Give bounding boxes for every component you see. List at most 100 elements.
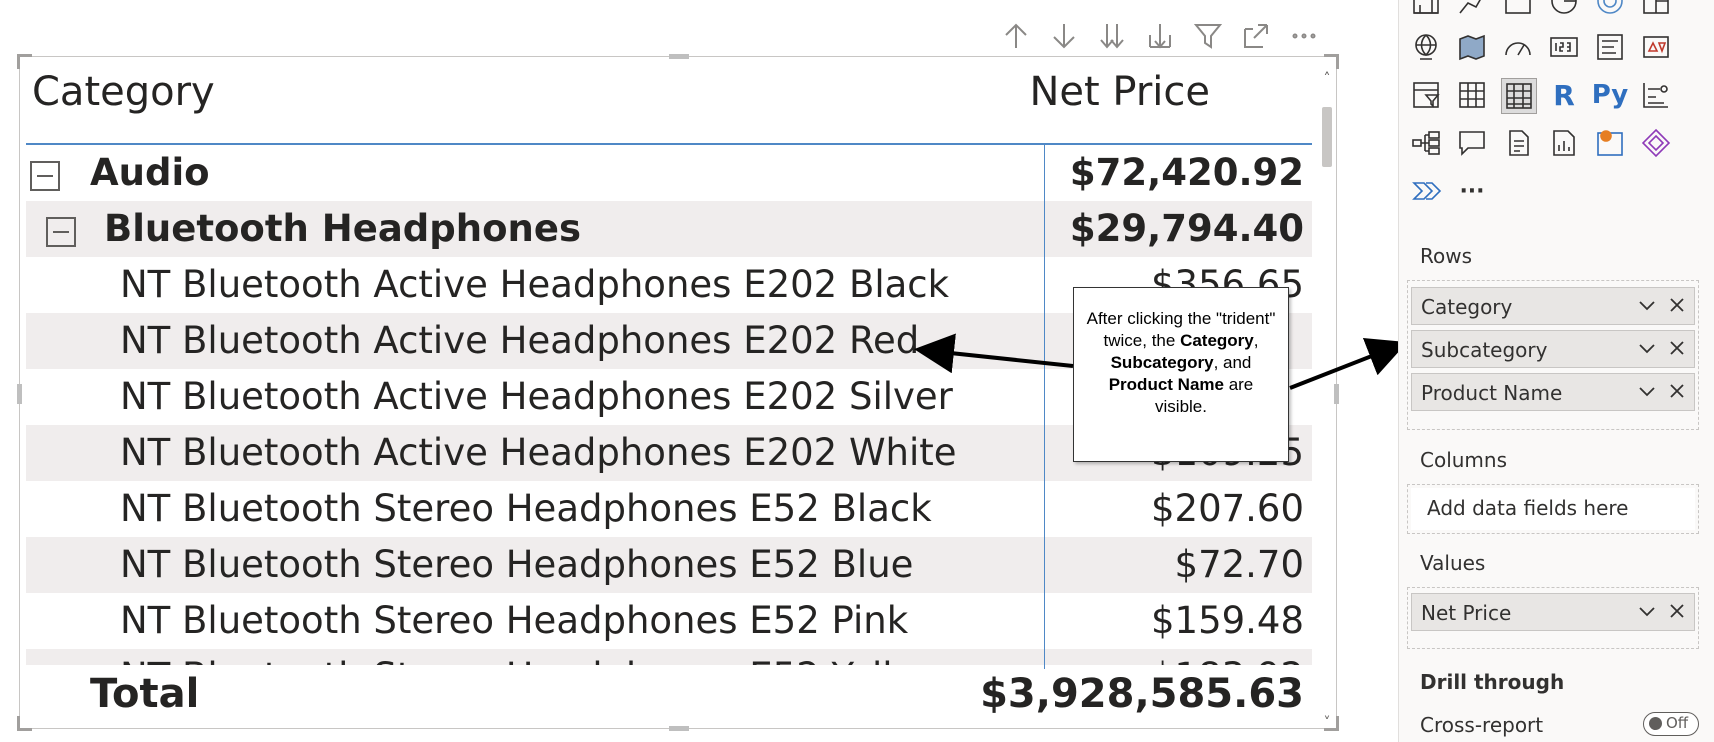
more-options-icon — [1292, 33, 1316, 39]
paginated-report-icon[interactable] — [1547, 126, 1581, 160]
power-apps-icon[interactable] — [1639, 126, 1673, 160]
column-header-category[interactable]: Category — [32, 69, 215, 115]
smart-narrative-icon[interactable] — [1501, 126, 1535, 160]
scroll-down-icon[interactable]: ˅ — [1320, 715, 1334, 731]
rows-section-title: Rows — [1420, 244, 1473, 268]
matrix-icon[interactable] — [1501, 78, 1537, 114]
close-icon[interactable] — [1668, 339, 1686, 357]
qa-icon[interactable] — [1455, 126, 1489, 160]
collapse-icon[interactable] — [30, 161, 60, 191]
visual-gallery: R Py ··· — [1409, 0, 1689, 210]
line-chart-icon[interactable] — [1455, 0, 1489, 18]
row-label: NT Bluetooth Active Headphones E202 Red — [120, 319, 920, 362]
next-level-button[interactable] — [1094, 18, 1130, 54]
kpi-icon[interactable] — [1639, 30, 1673, 64]
columns-add-fields[interactable]: Add data fields here — [1411, 488, 1695, 530]
card-number-icon[interactable] — [1547, 30, 1581, 64]
key-influencers-icon[interactable] — [1639, 78, 1673, 112]
filter-icon — [1193, 24, 1223, 49]
more-visuals-label: ··· — [1459, 178, 1485, 204]
gauge-icon[interactable] — [1501, 30, 1535, 64]
drill-up-button[interactable] — [998, 18, 1034, 54]
treemap-icon[interactable] — [1639, 0, 1673, 18]
row-value: $159.48 — [1150, 599, 1304, 642]
visual-header-toolbar — [998, 18, 1322, 54]
row-label: Bluetooth Headphones — [104, 207, 581, 250]
pie-chart-icon[interactable] — [1547, 0, 1581, 18]
table-row[interactable]: NT Bluetooth Stereo Headphones E52 Pink $… — [26, 593, 1312, 649]
resize-corner-tr[interactable] — [1324, 54, 1339, 69]
callout-sep-1: , — [1253, 331, 1259, 350]
r-visual-icon[interactable]: R — [1547, 78, 1581, 112]
vertical-scrollbar[interactable]: ˄ ˅ — [1320, 71, 1334, 731]
table-row[interactable]: Audio $72,420.92 — [26, 145, 1312, 201]
column-header-row: Category Net Price — [26, 57, 1312, 145]
field-label: Product Name — [1421, 381, 1563, 405]
table-icon[interactable] — [1455, 78, 1489, 112]
callout-bold-product-name: Product Name — [1108, 375, 1224, 394]
table-row[interactable]: Bluetooth Headphones $29,794.40 — [26, 201, 1312, 257]
values-field-pill[interactable]: Net Price — [1411, 593, 1695, 631]
values-section-title: Values — [1420, 551, 1486, 575]
row-label: NT Bluetooth Active Headphones E202 Silv… — [120, 375, 953, 418]
collapse-icon[interactable] — [46, 217, 76, 247]
column-divider — [1044, 143, 1045, 723]
resize-handle-right[interactable] — [1334, 384, 1339, 404]
row-label: NT Bluetooth Stereo Headphones E52 Black — [120, 487, 932, 530]
expand-all-button[interactable] — [1142, 18, 1178, 54]
columns-section-title: Columns — [1420, 448, 1508, 472]
callout-bold-subcategory: Subcategory — [1110, 353, 1214, 372]
more-options-button[interactable] — [1286, 18, 1322, 54]
rows-field-pill[interactable]: Product Name — [1411, 373, 1695, 411]
double-arrow-down-icon — [1100, 24, 1124, 49]
total-value: $3,928,585.63 — [980, 671, 1304, 717]
row-value: $72,420.92 — [1069, 151, 1304, 194]
cross-report-toggle[interactable]: Off — [1643, 712, 1699, 736]
chevron-down-icon[interactable] — [1638, 602, 1656, 620]
rows-field-pill[interactable]: Subcategory — [1411, 330, 1695, 368]
close-icon[interactable] — [1668, 602, 1686, 620]
resize-handle-left[interactable] — [17, 384, 22, 404]
close-icon[interactable] — [1668, 296, 1686, 314]
row-label: NT Bluetooth Active Headphones E202 Blac… — [120, 263, 950, 306]
scroll-up-icon[interactable]: ˄ — [1320, 71, 1334, 87]
table-row[interactable]: NT Bluetooth Stereo Headphones E52 Black… — [26, 481, 1312, 537]
field-label: Subcategory — [1421, 338, 1548, 362]
filter-button[interactable] — [1190, 18, 1226, 54]
matrix-chart-icon[interactable] — [1409, 0, 1443, 18]
focus-mode-icon — [1244, 24, 1268, 48]
toggle-state: Off — [1666, 714, 1689, 732]
cross-report-label: Cross-report — [1420, 713, 1544, 737]
drill-through-title: Drill through — [1420, 670, 1565, 694]
drill-down-button[interactable] — [1046, 18, 1082, 54]
multi-row-card-icon[interactable] — [1593, 30, 1627, 64]
power-automate-icon[interactable] — [1409, 174, 1443, 208]
row-value: $72.70 — [1174, 543, 1304, 586]
table-row[interactable]: NT Bluetooth Stereo Headphones E52 Blue $… — [26, 537, 1312, 593]
more-visuals-icon[interactable]: ··· — [1455, 174, 1489, 208]
card-icon[interactable] — [1501, 0, 1535, 18]
rows-field-pill[interactable]: Category — [1411, 287, 1695, 325]
decomposition-tree-icon[interactable] — [1409, 126, 1443, 160]
chevron-down-icon[interactable] — [1638, 382, 1656, 400]
python-visual-icon[interactable]: Py — [1592, 78, 1629, 112]
expand-all-down-icon — [1149, 24, 1171, 49]
column-header-net-price[interactable]: Net Price — [1029, 69, 1210, 115]
row-label: NT Bluetooth Active Headphones E202 Whit… — [120, 431, 957, 474]
table-row[interactable]: NT Bluetooth Stereo Headphones E52 Yello… — [26, 649, 1312, 665]
focus-mode-button[interactable] — [1238, 18, 1274, 54]
chevron-down-icon[interactable] — [1638, 296, 1656, 314]
donut-chart-icon[interactable] — [1593, 0, 1627, 18]
slicer-icon[interactable] — [1409, 78, 1443, 112]
filled-map-icon[interactable] — [1455, 30, 1489, 64]
row-label: Audio — [90, 151, 210, 194]
callout-bold-category: Category — [1180, 331, 1254, 350]
callout-sep-2: , and — [1213, 353, 1252, 372]
scrollbar-thumb[interactable] — [1322, 107, 1332, 167]
resize-handle-bottom[interactable] — [669, 726, 689, 731]
chevron-down-icon[interactable] — [1638, 339, 1656, 357]
row-value: $29,794.40 — [1069, 207, 1304, 250]
close-icon[interactable] — [1668, 382, 1686, 400]
azure-map-icon[interactable] — [1593, 126, 1627, 160]
globe-map-icon[interactable] — [1409, 30, 1443, 64]
